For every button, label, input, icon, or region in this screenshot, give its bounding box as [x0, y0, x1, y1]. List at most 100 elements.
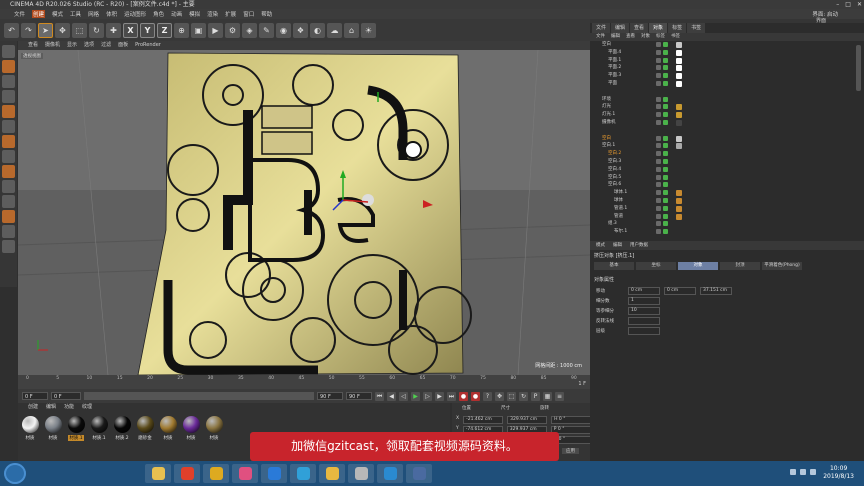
attribute-value-field[interactable]: 0 cm	[628, 287, 660, 295]
rotation-key-icon[interactable]: ↻	[519, 391, 528, 401]
taskbar-app-4-button[interactable]	[232, 464, 258, 483]
object-tag-icon[interactable]	[676, 73, 682, 80]
editor-visibility-icon[interactable]	[656, 81, 661, 86]
x-axis-button[interactable]: X	[123, 22, 138, 38]
cube-icon[interactable]: ◈	[242, 22, 257, 38]
attribute-value-field[interactable]: 37.151 cm	[700, 287, 732, 295]
object-row[interactable]: 空白.4	[590, 166, 854, 174]
object-row[interactable]: 管道	[590, 213, 854, 221]
tab-5[interactable]: 书签	[687, 23, 706, 33]
close-button[interactable]: ✕	[857, 0, 862, 9]
taskbar-cinema4d-button[interactable]	[406, 464, 432, 483]
enabled-check-icon[interactable]	[663, 57, 668, 63]
editor-visibility-icon[interactable]	[656, 57, 661, 63]
enabled-check-icon[interactable]	[663, 166, 668, 172]
editor-visibility-icon[interactable]	[656, 42, 661, 47]
viewport[interactable]: 透视视图 网格间距 : 1000 cm	[18, 50, 590, 375]
object-row[interactable]: 管道.1	[590, 205, 854, 213]
attribute-value-field[interactable]	[628, 327, 660, 335]
attribute-value-field[interactable]: 1	[628, 297, 660, 305]
visibility-flags[interactable]	[656, 120, 668, 125]
record-icon[interactable]: ●	[459, 391, 468, 401]
select-tool-icon[interactable]: ➤	[38, 22, 53, 38]
visibility-flags[interactable]	[656, 190, 668, 196]
taskbar-chrome-button[interactable]	[203, 464, 229, 483]
enabled-check-icon[interactable]	[663, 213, 668, 219]
taskbar-app-8-button[interactable]	[348, 464, 374, 483]
viewport-menu-item[interactable]: 过滤	[101, 41, 111, 50]
editor-visibility-icon[interactable]	[656, 229, 661, 235]
enabled-check-icon[interactable]	[663, 42, 668, 47]
object-row[interactable]: 平面.1	[590, 57, 854, 65]
material-menu-item[interactable]: 功能	[64, 403, 74, 412]
object-row[interactable]	[590, 127, 854, 135]
start-button[interactable]	[4, 463, 26, 484]
rot-h-field[interactable]: H 0 °	[551, 416, 592, 424]
network-icon[interactable]	[790, 469, 796, 475]
pen-icon[interactable]: ✎	[259, 22, 274, 38]
menu-item[interactable]: 工具	[70, 10, 81, 18]
editor-visibility-icon[interactable]	[656, 205, 661, 211]
editor-visibility-icon[interactable]	[656, 104, 661, 110]
material-swatch[interactable]: 材质.2	[112, 416, 132, 441]
z-axis-button[interactable]: Z	[157, 22, 172, 38]
enabled-check-icon[interactable]	[663, 221, 668, 227]
attribute-menu-item[interactable]: 编辑	[613, 241, 622, 250]
object-tag-icon[interactable]	[676, 81, 682, 87]
object-row[interactable]: 平面	[590, 80, 854, 88]
object-row[interactable]: 球体.1	[590, 189, 854, 197]
make-editable-icon[interactable]	[2, 45, 15, 58]
enabled-check-icon[interactable]	[663, 174, 668, 180]
edges-mode-icon[interactable]	[2, 120, 15, 133]
axis-mode-icon[interactable]	[2, 150, 15, 163]
minimize-button[interactable]: –	[836, 0, 839, 9]
object-tag-icon[interactable]	[676, 135, 682, 142]
object-menu-item[interactable]: 编辑	[611, 33, 620, 41]
prev-key-icon[interactable]: ◀	[387, 391, 396, 401]
tab-3[interactable]: 对象	[649, 23, 668, 33]
object-tag-icon[interactable]	[676, 57, 682, 64]
editor-visibility-icon[interactable]	[656, 221, 661, 227]
render-picture-icon[interactable]: ▶	[208, 22, 223, 38]
editor-visibility-icon[interactable]	[656, 198, 661, 203]
editor-visibility-icon[interactable]	[656, 182, 661, 188]
auto-key-icon[interactable]: ●	[471, 391, 480, 401]
attribute-value-field[interactable]	[628, 317, 660, 325]
visibility-flags[interactable]	[656, 57, 668, 63]
visibility-flags[interactable]	[656, 205, 668, 211]
move-tool-icon[interactable]: ✥	[55, 22, 70, 38]
end-frame-field[interactable]: 90 F	[317, 392, 343, 400]
pla-key-icon[interactable]: ▦	[543, 391, 552, 401]
editor-visibility-icon[interactable]	[656, 120, 661, 125]
polygons-mode-icon[interactable]	[2, 135, 15, 148]
keyframe-selection-icon[interactable]: ?	[483, 391, 492, 401]
attribute-value-field[interactable]: 10	[628, 307, 660, 315]
menu-item[interactable]: 文件	[14, 10, 25, 18]
enabled-check-icon[interactable]	[663, 205, 668, 211]
editor-visibility-icon[interactable]	[656, 73, 661, 79]
object-menu-item[interactable]: 对象	[641, 33, 650, 41]
viewport-menu-item[interactable]: ProRender	[135, 41, 161, 50]
enabled-check-icon[interactable]	[663, 182, 668, 188]
visibility-flags[interactable]	[656, 182, 668, 188]
material-swatch[interactable]: 材质	[204, 416, 224, 441]
object-tag-icon[interactable]	[676, 42, 682, 48]
object-tag-icon[interactable]	[676, 213, 682, 220]
next-key-icon[interactable]: ▶	[435, 391, 444, 401]
menu-item[interactable]: 模拟	[189, 10, 200, 18]
visibility-flags[interactable]	[656, 96, 668, 102]
menu-item[interactable]: 扩展	[225, 10, 236, 18]
viewport-menu-item[interactable]: 显示	[67, 41, 77, 50]
viewport-menu-item[interactable]: 摄像机	[45, 41, 60, 50]
model-mode-icon[interactable]	[2, 60, 15, 73]
material-swatch[interactable]: 材质.1	[89, 416, 109, 441]
visibility-flags[interactable]	[656, 229, 668, 235]
attribute-tab[interactable]: 基本	[594, 262, 634, 270]
visibility-flags[interactable]	[656, 174, 668, 180]
object-tag-icon[interactable]	[676, 120, 682, 126]
menu-item[interactable]: 体积	[106, 10, 117, 18]
goto-start-icon[interactable]: ⏮	[375, 391, 384, 401]
object-row[interactable]: 空白.3	[590, 158, 854, 166]
environment-icon[interactable]: ☁	[327, 22, 342, 38]
object-menu-item[interactable]: 书签	[671, 33, 680, 41]
